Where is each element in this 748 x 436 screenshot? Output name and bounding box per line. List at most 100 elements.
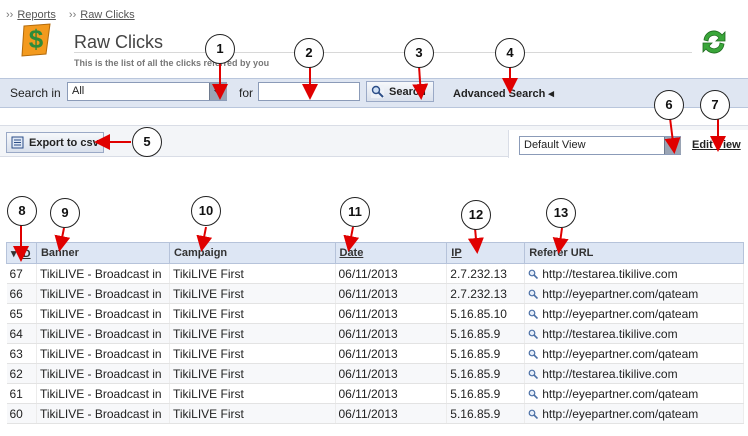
column-header-campaign: Campaign [168, 242, 336, 264]
table-row[interactable]: 64 TikiLIVE - Broadcast in TikiLIVE First 0… [6, 323, 744, 344]
cell-campaign: TikiLIVE First [169, 383, 336, 404]
cell-campaign: TikiLIVE First [169, 403, 336, 424]
cell-id: 67 [6, 263, 37, 284]
search-in-label: Search in [10, 86, 61, 100]
cell-referer-url: http://eyepartner.com/qateam [524, 303, 744, 324]
cell-referer-url: http://eyepartner.com/qateam [524, 403, 744, 424]
callout-9: 9 [50, 198, 80, 228]
view-select[interactable]: Default View [519, 136, 681, 155]
table-row[interactable]: 65 TikiLIVE - Broadcast in TikiLIVE First 0… [6, 303, 744, 324]
magnifier-icon[interactable] [528, 369, 539, 379]
column-header-banner: Banner [35, 242, 170, 264]
cell-ip: 2.7.232.13 [446, 263, 526, 284]
cell-banner: TikiLIVE - Broadcast in [36, 263, 170, 284]
cell-referer-url: http://eyepartner.com/qateam [524, 283, 744, 304]
raw-clicks-table: ▾ ID Banner Campaign Date IP Referer URL… [6, 242, 744, 424]
cell-campaign: TikiLIVE First [169, 263, 336, 284]
advanced-search-label: Advanced Search [453, 88, 546, 100]
search-input[interactable] [258, 82, 360, 101]
magnifier-icon[interactable] [528, 389, 539, 399]
callout-7: 7 [700, 90, 730, 120]
magnifier-icon[interactable] [528, 309, 539, 319]
cell-campaign: TikiLIVE First [169, 323, 336, 344]
export-csv-button[interactable]: Export to csv [6, 132, 104, 153]
cell-date: 06/11/2013 [335, 303, 448, 324]
callout-2: 2 [294, 38, 324, 68]
table-header-row: ▾ ID Banner Campaign Date IP Referer URL [6, 242, 744, 264]
cell-referer-url: http://testarea.tikilive.com [524, 323, 744, 344]
cell-ip: 5.16.85.9 [446, 383, 526, 404]
table-row[interactable]: 60 TikiLIVE - Broadcast in TikiLIVE First 0… [6, 403, 744, 424]
cell-banner: TikiLIVE - Broadcast in [36, 403, 170, 424]
view-select-dropdown[interactable] [664, 137, 681, 154]
callout-3: 3 [404, 38, 434, 68]
caret-left-icon: ◂ [548, 88, 554, 100]
cell-id: 61 [6, 383, 37, 404]
cell-id: 62 [6, 363, 37, 384]
svg-text:$: $ [29, 24, 44, 54]
cell-id: 65 [6, 303, 37, 324]
magnifier-icon[interactable] [528, 349, 539, 359]
cell-date: 06/11/2013 [335, 323, 448, 344]
cell-date: 06/11/2013 [335, 383, 448, 404]
breadcrumb-raw-clicks[interactable]: Raw Clicks [80, 9, 134, 21]
chevron-down-icon [668, 144, 678, 149]
cell-id: 63 [6, 343, 37, 364]
cell-campaign: TikiLIVE First [169, 283, 336, 304]
column-header-id[interactable]: ▾ ID [6, 242, 37, 264]
cell-referer-url: http://testarea.tikilive.com [524, 263, 744, 284]
column-header-date[interactable]: Date [334, 242, 448, 264]
cell-ip: 5.16.85.9 [446, 343, 526, 364]
cell-banner: TikiLIVE - Broadcast in [36, 343, 170, 364]
cell-date: 06/11/2013 [335, 363, 448, 384]
cell-id: 60 [6, 403, 37, 424]
title-divider [74, 52, 692, 53]
for-label: for [239, 86, 254, 100]
cell-id: 64 [6, 323, 37, 344]
callout-5: 5 [132, 127, 162, 157]
cell-date: 06/11/2013 [335, 263, 448, 284]
magnifier-icon[interactable] [528, 409, 539, 419]
edit-view-link[interactable]: Edit View [692, 139, 741, 151]
callout-10: 10 [191, 196, 221, 226]
search-field-select[interactable]: All [67, 82, 227, 101]
cell-referer-url: http://eyepartner.com/qateam [524, 383, 744, 404]
magnifier-icon [371, 85, 384, 98]
cell-referer-url: http://eyepartner.com/qateam [524, 343, 744, 364]
export-csv-label: Export to csv [29, 136, 99, 149]
cell-ip: 5.16.85.9 [446, 323, 526, 344]
cell-date: 06/11/2013 [335, 343, 448, 364]
table-row[interactable]: 66 TikiLIVE - Broadcast in TikiLIVE First 0… [6, 283, 744, 304]
cell-banner: TikiLIVE - Broadcast in [36, 383, 170, 404]
cell-date: 06/11/2013 [335, 403, 448, 424]
callout-1: 1 [205, 34, 235, 64]
search-select-dropdown[interactable] [209, 83, 227, 100]
callout-8: 8 [7, 196, 37, 226]
table-row[interactable]: 61 TikiLIVE - Broadcast in TikiLIVE First 0… [6, 383, 744, 404]
cell-ip: 5.16.85.9 [446, 403, 526, 424]
column-header-ip[interactable]: IP [446, 242, 526, 264]
table-row[interactable]: 63 TikiLIVE - Broadcast in TikiLIVE First 0… [6, 343, 744, 364]
callout-12: 12 [461, 200, 491, 230]
table-row[interactable]: 67 TikiLIVE - Broadcast in TikiLIVE First 0… [6, 263, 744, 284]
cell-id: 66 [6, 283, 37, 304]
search-button[interactable]: Search [366, 81, 434, 102]
page-title: Raw Clicks [74, 32, 164, 52]
cell-campaign: TikiLIVE First [169, 363, 336, 384]
callout-6: 6 [654, 90, 684, 120]
cell-banner: TikiLIVE - Broadcast in [36, 283, 170, 304]
refresh-icon[interactable] [698, 26, 730, 58]
magnifier-icon[interactable] [528, 329, 539, 339]
cell-ip: 5.16.85.10 [446, 303, 526, 324]
cell-banner: TikiLIVE - Broadcast in [36, 363, 170, 384]
advanced-search-link[interactable]: Advanced Search ◂ [453, 87, 554, 100]
sort-desc-icon: ▾ [11, 247, 17, 260]
callout-4: 4 [495, 38, 525, 68]
table-row[interactable]: 62 TikiLIVE - Broadcast in TikiLIVE First 0… [6, 363, 744, 384]
magnifier-icon[interactable] [528, 269, 539, 279]
magnifier-icon[interactable] [528, 289, 539, 299]
cell-banner: TikiLIVE - Broadcast in [36, 303, 170, 324]
search-button-label: Search [389, 85, 426, 98]
chevron-down-icon [214, 90, 223, 95]
cell-referer-url: http://testarea.tikilive.com [524, 363, 744, 384]
